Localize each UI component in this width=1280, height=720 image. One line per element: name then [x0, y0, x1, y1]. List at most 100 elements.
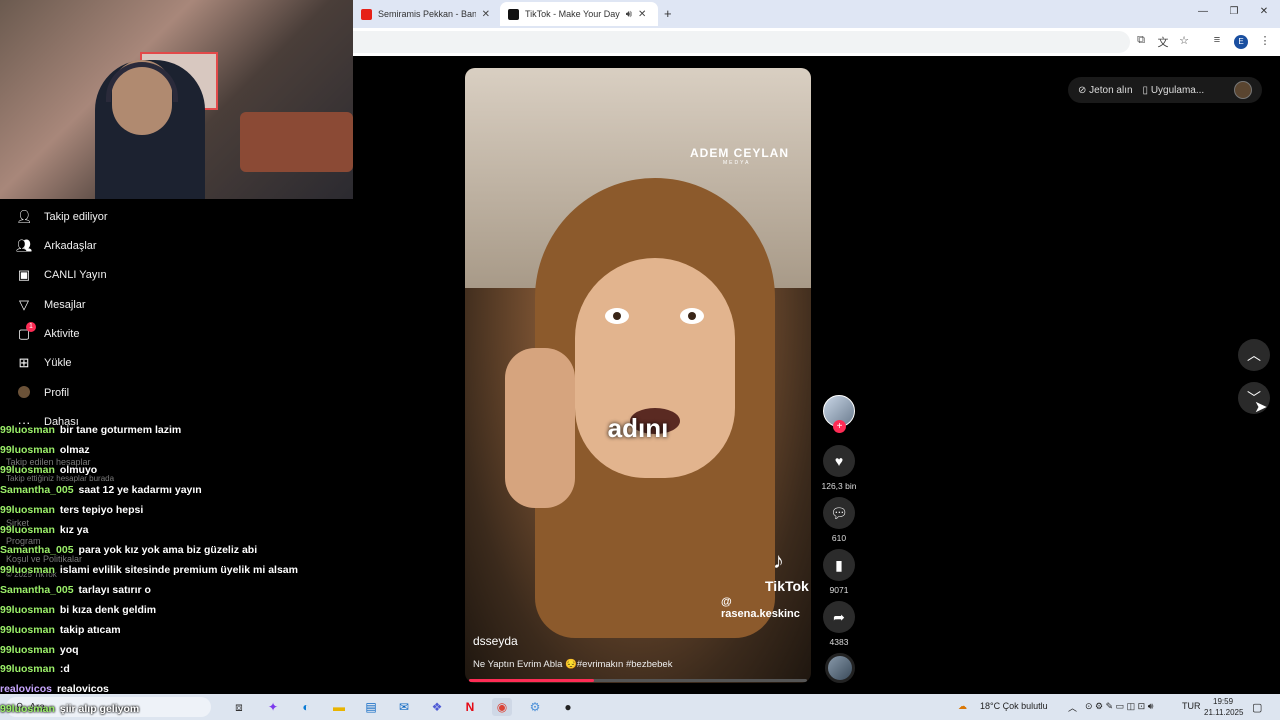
chat-line: 99luosman bi kıza denk geldim — [0, 601, 156, 619]
mouse-cursor-icon: ➤ — [1254, 399, 1268, 416]
task-view-icon[interactable]: ⧈ — [229, 698, 249, 716]
chat-line: 99luosman islami evlilik sitesinde premiu… — [0, 561, 298, 579]
video-description[interactable]: Ne Yaptın Evrim Abla 😔#evrimakın #bezbeb… — [473, 659, 672, 670]
get-app-label: Uygulama... — [1150, 84, 1205, 96]
teams-icon[interactable]: ❖ — [427, 698, 447, 716]
new-tab-button[interactable]: + — [664, 6, 672, 21]
sidebar-item-label: CANLI Yayın — [44, 269, 107, 281]
share-icon: ➦ — [833, 608, 845, 625]
sidebar-item-following[interactable]: 👤︎ Takip ediliyor — [16, 207, 108, 227]
chat-message: olmuyo — [59, 464, 98, 476]
live-icon: ▣ — [17, 267, 31, 282]
bookmark-star-icon[interactable]: ☆ — [1176, 34, 1192, 47]
clock-date[interactable]: 21.11.2025 — [1204, 708, 1243, 717]
translate-icon[interactable]: 文 — [1155, 34, 1171, 50]
close-icon[interactable]: ✕ — [638, 9, 646, 20]
obs-icon[interactable]: ● — [558, 698, 578, 716]
chevron-up-icon: ︿ — [1247, 347, 1261, 363]
profile-avatar[interactable]: E — [1234, 35, 1248, 49]
get-app-button[interactable]: ▯ Uygulama... — [1143, 85, 1205, 96]
notifications-icon[interactable]: ▢ — [1252, 701, 1262, 714]
previous-video-button[interactable]: ︿ — [1238, 339, 1270, 371]
address-bar[interactable] — [340, 31, 1130, 53]
tab-tiktok[interactable]: TikTok - Make Your Day 🔊︎ ✕ — [500, 2, 658, 26]
user-avatar[interactable] — [1234, 81, 1252, 99]
tab-search-icon[interactable]: ≡ — [1209, 34, 1225, 46]
activity-badge: 1 — [26, 322, 36, 332]
netflix-icon[interactable]: N — [460, 698, 480, 716]
edge-icon[interactable]: ◐ — [296, 698, 316, 716]
tab-semiramis[interactable]: Semiramis Pekkan - Bana Yalan ✕ — [353, 2, 498, 26]
friends-icon: 👥︎ — [16, 238, 33, 253]
weather-label[interactable]: 18°C Çok bulutlu — [980, 701, 1048, 711]
chat-message: bir tane goturmem lazim — [59, 424, 182, 436]
install-app-icon[interactable]: ⧉ — [1133, 34, 1149, 47]
chat-line: 99luosman takip atıcam — [0, 621, 121, 639]
tab-title: Semiramis Pekkan - Bana Yalan — [378, 9, 476, 19]
person-icon: 👤︎ — [16, 209, 33, 224]
follow-plus-icon[interactable]: + — [833, 420, 846, 433]
minimize-icon[interactable]: — — [1193, 6, 1213, 17]
video-watermark-brand: ADEM CEYLAN — [690, 146, 790, 160]
comment-icon: 💬︎ — [830, 504, 848, 521]
comment-count: 610 — [831, 533, 847, 543]
chat-message: şiir alıp geliyom — [59, 703, 140, 715]
menu-kebab-icon[interactable]: ⋮ — [1257, 34, 1273, 47]
chat-message: yoq — [59, 644, 79, 656]
copilot-icon[interactable]: ✦ — [263, 698, 283, 716]
restore-icon[interactable]: ❐ — [1224, 6, 1244, 17]
chat-message: tarlayı satırır o — [78, 584, 151, 596]
video-author[interactable]: dsseyda — [473, 634, 518, 648]
top-right-actions: ⊘ Jeton alın ▯ Uygulama... — [1068, 77, 1262, 103]
video-progress-fill — [469, 679, 595, 682]
chat-line: 99luosman:d — [0, 660, 70, 678]
chrome-icon[interactable]: ◉ — [492, 698, 512, 716]
share-count: 4383 — [829, 637, 849, 647]
chat-message: kız ya — [59, 524, 89, 536]
video-caption: adını — [607, 413, 669, 443]
sidebar-item-profile[interactable]: Profil — [16, 383, 69, 403]
send-icon: ▽ — [19, 297, 29, 312]
chat-user: 99luosman — [0, 424, 55, 436]
save-button[interactable]: ▮ — [823, 549, 855, 581]
speaker-icon[interactable]: 🔊︎ — [626, 9, 632, 20]
chat-user: 99luosman — [0, 663, 55, 675]
sidebar-item-live[interactable]: ▣ CANLI Yayın — [16, 265, 107, 285]
chat-message: islami evlilik sitesinde premium üyelik … — [59, 564, 298, 576]
like-button[interactable]: ♥ — [823, 445, 855, 477]
clock-time[interactable]: 19:59 — [1213, 697, 1233, 706]
comment-button[interactable]: 💬︎ — [823, 497, 855, 529]
get-coins-button[interactable]: ⊘ Jeton alın — [1078, 85, 1133, 96]
sidebar-item-label: Aktivite — [44, 328, 80, 340]
sidebar-item-upload[interactable]: ⊞ Yükle — [16, 353, 72, 373]
chat-user: 99luosman — [0, 644, 55, 656]
inbox-icon: ▢ 1 — [16, 322, 36, 342]
music-disc[interactable] — [825, 653, 855, 683]
chat-message: ters tepiyo hepsi — [59, 504, 144, 516]
chat-line: 99luosman kız ya — [0, 521, 88, 539]
tiktok-icon — [508, 8, 519, 20]
video-player[interactable]: ADEM CEYLAN MEDYA adını ♪ TikTok @ rasen… — [465, 68, 811, 683]
close-icon[interactable]: ✕ — [1254, 6, 1274, 17]
chat-line: Samantha_005 saat 12 ye kadarmı yayın — [0, 481, 202, 499]
sidebar-item-messages[interactable]: ▽ Mesajlar — [16, 295, 86, 315]
close-icon[interactable]: ✕ — [482, 9, 490, 20]
chat-line: Samantha_005 tarlayı satırır o — [0, 581, 151, 599]
language-indicator[interactable]: TUR — [1182, 701, 1201, 711]
chevron-up-icon[interactable]: ︿ — [1068, 701, 1077, 714]
outlook-icon[interactable]: ✉ — [394, 698, 414, 716]
heart-icon: ♥ — [834, 453, 844, 469]
chat-user: 99luosman — [0, 703, 55, 715]
sidebar-item-friends[interactable]: 👥︎ Arkadaşlar — [16, 236, 97, 256]
share-button[interactable]: ➦ — [823, 601, 855, 633]
tray-icons[interactable]: ⊙ ⚙ ✎ ▭ ◫ ⊡ 🔊︎ — [1085, 701, 1153, 712]
sidebar-item-activity[interactable]: ▢ 1 Aktivite — [16, 322, 80, 344]
video-subject-face — [575, 258, 735, 478]
file-explorer-icon[interactable]: ▬ — [329, 698, 349, 716]
upload-icon: ⊞ — [18, 355, 30, 370]
chat-user: 99luosman — [0, 604, 55, 616]
webcam-background-bed — [240, 112, 353, 172]
chat-line: 99luosman bir tane goturmem lazim — [0, 421, 181, 439]
settings-icon[interactable]: ⚙ — [525, 698, 545, 716]
store-icon[interactable]: ▤ — [361, 698, 381, 716]
